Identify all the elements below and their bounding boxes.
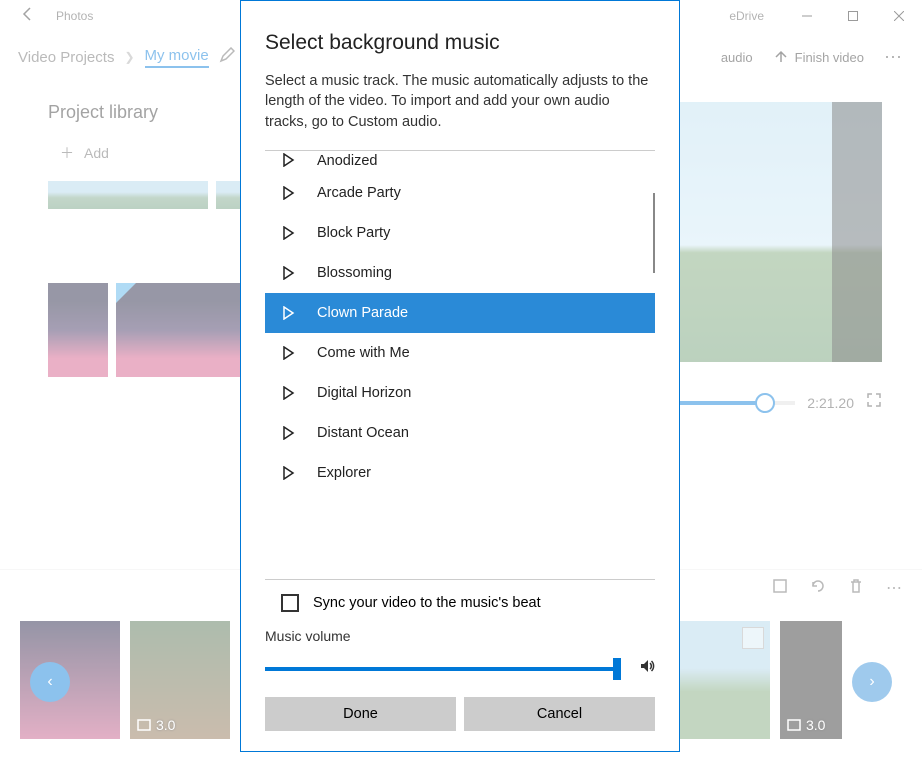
track-item[interactable]: Come with Me	[265, 333, 655, 373]
dialog-title: Select background music	[265, 31, 655, 55]
track-name: Explorer	[317, 465, 371, 481]
track-item[interactable]: Clown Parade	[265, 293, 655, 333]
track-item[interactable]: Anodized	[265, 153, 655, 173]
volume-slider[interactable]	[265, 667, 621, 671]
play-icon[interactable]	[281, 346, 295, 360]
track-name: Block Party	[317, 225, 390, 241]
track-name: Digital Horizon	[317, 385, 411, 401]
track-name: Distant Ocean	[317, 425, 409, 441]
track-name: Arcade Party	[317, 185, 401, 201]
scrollbar[interactable]	[653, 193, 655, 273]
play-icon[interactable]	[281, 226, 295, 240]
track-item[interactable]: Blossoming	[265, 253, 655, 293]
speaker-icon	[639, 658, 655, 679]
play-icon[interactable]	[281, 306, 295, 320]
track-name: Anodized	[317, 153, 377, 169]
play-icon[interactable]	[281, 426, 295, 440]
dialog-buttons: Done Cancel	[265, 697, 655, 731]
track-name: Blossoming	[317, 265, 392, 281]
play-icon[interactable]	[281, 186, 295, 200]
sync-label: Sync your video to the music's beat	[313, 595, 541, 611]
volume-row: Music volume	[265, 618, 655, 697]
dialog-description: Select a music track. The music automati…	[265, 71, 655, 132]
cancel-button[interactable]: Cancel	[464, 697, 655, 731]
track-item[interactable]: Distant Ocean	[265, 413, 655, 453]
done-button[interactable]: Done	[265, 697, 456, 731]
volume-label: Music volume	[265, 628, 655, 644]
track-item[interactable]: Digital Horizon	[265, 373, 655, 413]
track-name: Clown Parade	[317, 305, 408, 321]
track-item[interactable]: Arcade Party	[265, 173, 655, 213]
track-list[interactable]: Anodized Arcade Party Block Party Blossomin…	[265, 153, 655, 571]
sync-checkbox[interactable]	[281, 594, 299, 612]
sync-checkbox-row[interactable]: Sync your video to the music's beat	[265, 580, 655, 618]
play-icon[interactable]	[281, 466, 295, 480]
play-icon[interactable]	[281, 386, 295, 400]
track-name: Come with Me	[317, 345, 410, 361]
play-icon[interactable]	[281, 153, 295, 167]
play-icon[interactable]	[281, 266, 295, 280]
track-item[interactable]: Explorer	[265, 453, 655, 493]
background-music-dialog: Select background music Select a music t…	[240, 0, 680, 752]
track-item[interactable]: Block Party	[265, 213, 655, 253]
